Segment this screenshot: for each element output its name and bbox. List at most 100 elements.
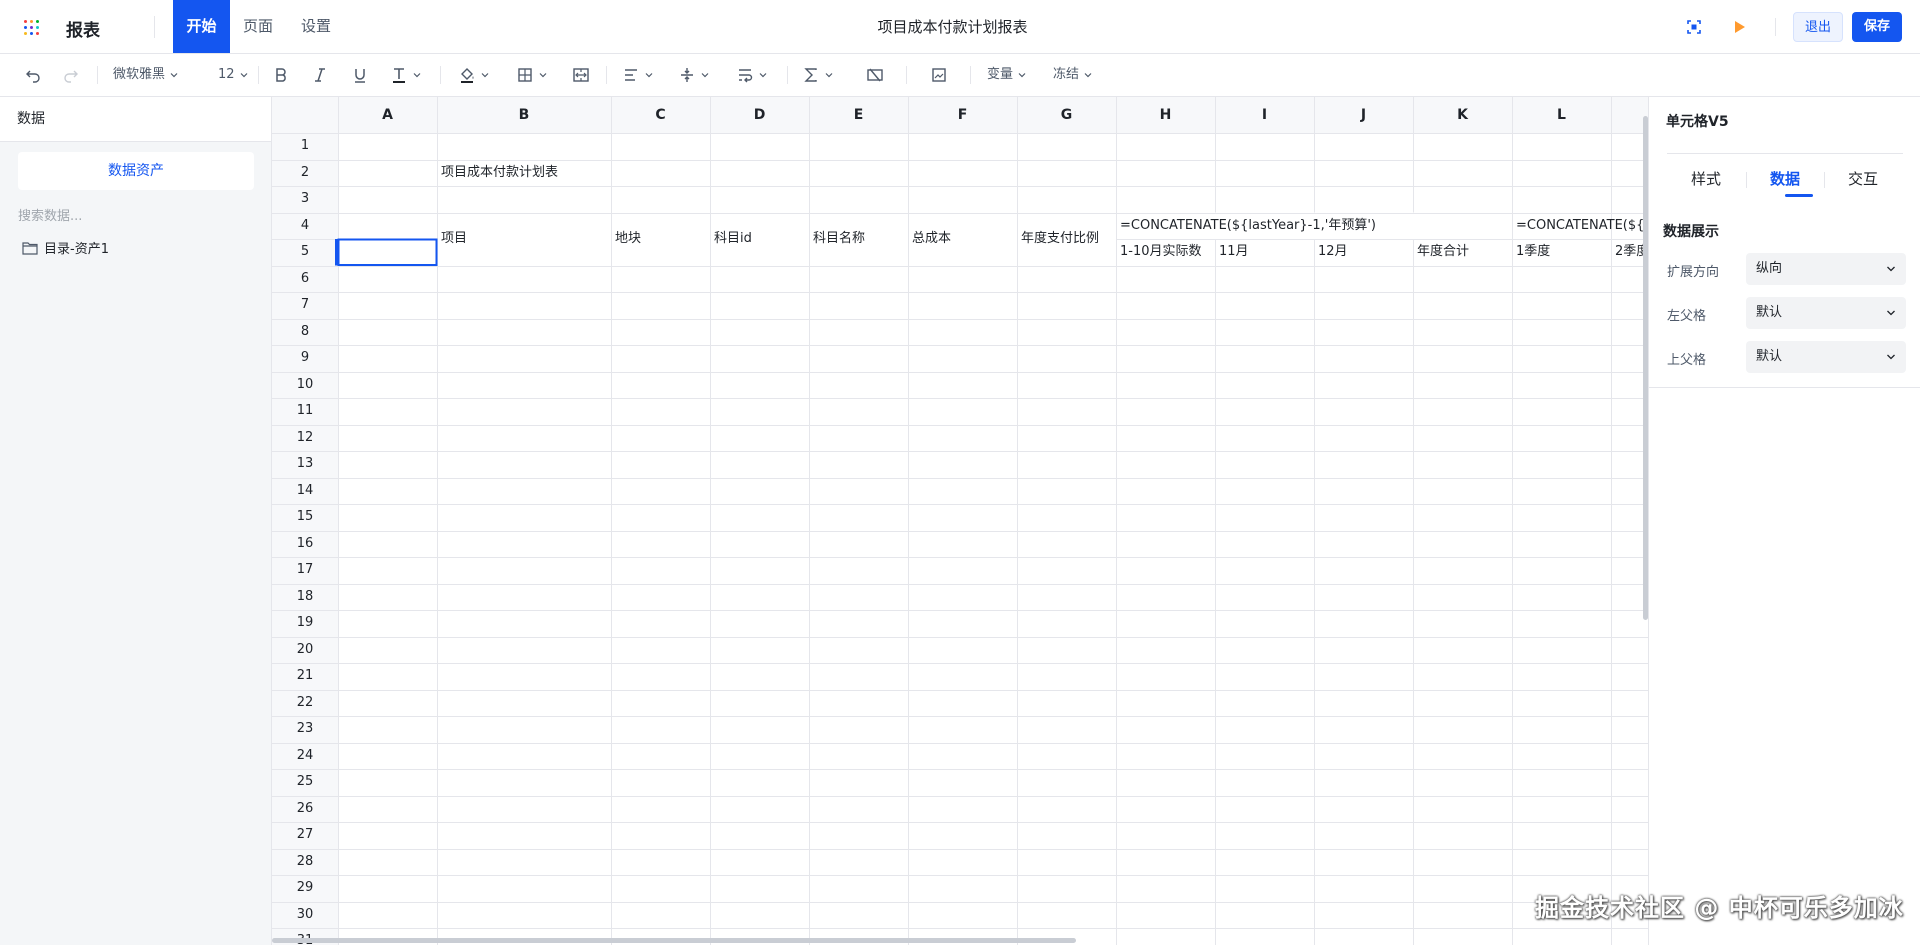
row-header[interactable]: 17 [272, 557, 338, 584]
cell-h4[interactable]: =CONCATENATE(${lastYear}-1,'年预算') [1120, 213, 1376, 240]
align-vertical-icon[interactable] [678, 63, 710, 87]
horizontal-scrollbar[interactable] [272, 938, 1076, 943]
column-header[interactable]: H [1116, 97, 1215, 133]
bold-icon[interactable] [272, 63, 290, 87]
chevron-down-icon [413, 73, 421, 78]
row-header[interactable]: 19 [272, 610, 338, 637]
data-assets-button[interactable]: 数据资产 [18, 152, 254, 190]
cell-b2[interactable]: 项目成本付款计划表 [441, 160, 558, 187]
cell-l4[interactable]: =CONCATENATE(${l [1516, 213, 1648, 240]
column-header[interactable]: J [1314, 97, 1413, 133]
redo-icon[interactable] [62, 63, 80, 87]
chevron-down-icon [1084, 73, 1092, 78]
row-header[interactable]: 10 [272, 372, 338, 399]
top-parent-label: 上父格 [1667, 353, 1707, 368]
cell-e4[interactable]: 科目名称 [813, 226, 865, 253]
chevron-down-icon [825, 73, 833, 78]
row-header[interactable]: 21 [272, 663, 338, 690]
cell-l5[interactable]: 1季度 [1516, 239, 1550, 266]
column-header[interactable]: K [1413, 97, 1512, 133]
exit-button[interactable]: 退出 [1793, 12, 1843, 42]
column-header[interactable]: D [710, 97, 809, 133]
column-header[interactable]: F [908, 97, 1017, 133]
column-header[interactable]: I [1215, 97, 1314, 133]
row-header[interactable]: 15 [272, 504, 338, 531]
column-header[interactable]: G [1017, 97, 1116, 133]
cell-i5[interactable]: 11月 [1219, 239, 1249, 266]
row-header[interactable]: 18 [272, 584, 338, 611]
cell-d4[interactable]: 科目id [714, 226, 752, 253]
chevron-down-icon [1018, 73, 1026, 78]
expand-direction-select[interactable]: 纵向 [1746, 253, 1906, 285]
tab-style[interactable]: 样式 [1667, 168, 1745, 189]
font-size-select[interactable]: 12 [218, 63, 249, 87]
tab-data[interactable]: 数据 [1746, 168, 1824, 189]
row-header[interactable]: 27 [272, 822, 338, 849]
text-color-icon[interactable] [390, 63, 422, 87]
top-parent-select[interactable]: 默认 [1746, 341, 1906, 373]
clear-format-icon[interactable] [866, 63, 884, 87]
fullscreen-icon[interactable] [1681, 14, 1707, 40]
row-header[interactable]: 11 [272, 398, 338, 425]
italic-icon[interactable] [311, 63, 329, 87]
row-header[interactable]: 29 [272, 875, 338, 902]
row-header[interactable]: 23 [272, 716, 338, 743]
column-header[interactable]: C [611, 97, 710, 133]
cell-b4[interactable]: 项目 [441, 226, 467, 253]
row-header[interactable]: 22 [272, 690, 338, 717]
row-header[interactable]: 9 [272, 345, 338, 372]
row-header[interactable]: 14 [272, 478, 338, 505]
row-header[interactable]: 6 [272, 266, 338, 293]
font-family-select[interactable]: 微软雅黑 [113, 63, 179, 87]
row-header[interactable]: 2 [272, 160, 338, 187]
row-header[interactable]: 8 [272, 319, 338, 346]
tree-folder-item[interactable]: 目录-资产1 [22, 238, 109, 257]
divider [440, 66, 441, 84]
cell-c4[interactable]: 地块 [615, 226, 641, 253]
row-header[interactable]: 25 [272, 769, 338, 796]
save-button[interactable]: 保存 [1852, 12, 1902, 42]
column-header[interactable]: B [437, 97, 611, 133]
row-header[interactable]: 13 [272, 451, 338, 478]
row-header[interactable]: 1 [272, 133, 338, 160]
row-header[interactable]: 4 [272, 213, 338, 240]
document-title: 项目成本付款计划报表 [877, 18, 1028, 36]
left-parent-select[interactable]: 默认 [1746, 297, 1906, 329]
column-header[interactable]: E [809, 97, 908, 133]
column-header[interactable]: L [1512, 97, 1611, 133]
row-header[interactable]: 26 [272, 796, 338, 823]
search-data-input[interactable] [18, 205, 254, 227]
tab-interaction[interactable]: 交互 [1824, 168, 1902, 189]
text-wrap-icon[interactable] [736, 63, 768, 87]
underline-icon[interactable] [351, 63, 369, 87]
row-header[interactable]: 3 [272, 186, 338, 213]
merge-cells-icon[interactable] [572, 63, 590, 87]
cell-f4[interactable]: 总成本 [912, 226, 951, 253]
properties-tabs: 样式 数据 交互 [1667, 153, 1903, 197]
row-header[interactable]: 20 [272, 637, 338, 664]
insert-image-icon[interactable] [930, 63, 948, 87]
spreadsheet-grid[interactable]: ABCDEFGHIJKL 1 2 3 4 5 6 7 8 9 10 11 12 13 14 15 16 17 18… [272, 97, 1648, 945]
cell-g4[interactable]: 年度支付比例 [1021, 226, 1099, 253]
sum-icon[interactable] [802, 63, 834, 87]
border-icon[interactable] [516, 63, 548, 87]
variable-menu[interactable]: 变量 [987, 63, 1027, 87]
row-header[interactable]: 12 [272, 425, 338, 452]
row-header[interactable]: 30 [272, 902, 338, 929]
preview-play-icon[interactable] [1726, 14, 1752, 40]
cell-j5[interactable]: 12月 [1318, 239, 1348, 266]
undo-icon[interactable] [24, 63, 42, 87]
fill-color-icon[interactable] [458, 63, 490, 87]
cell-h5[interactable]: 1-10月实际数 [1120, 239, 1202, 266]
top-parent-value: 默认 [1756, 349, 1783, 364]
row-header[interactable]: 28 [272, 849, 338, 876]
freeze-menu[interactable]: 冻结 [1053, 63, 1093, 87]
cell-k5[interactable]: 年度合计 [1417, 239, 1469, 266]
row-header[interactable]: 16 [272, 531, 338, 558]
align-horizontal-icon[interactable] [622, 63, 654, 87]
properties-panel: 单元格V5 样式 数据 交互 数据展示 扩展方向 纵向 左父格 默认 上父格 默… [1648, 97, 1920, 945]
row-header[interactable]: 5 [272, 239, 338, 266]
row-header[interactable]: 7 [272, 292, 338, 319]
row-header[interactable]: 24 [272, 743, 338, 770]
column-header[interactable]: A [338, 97, 437, 133]
